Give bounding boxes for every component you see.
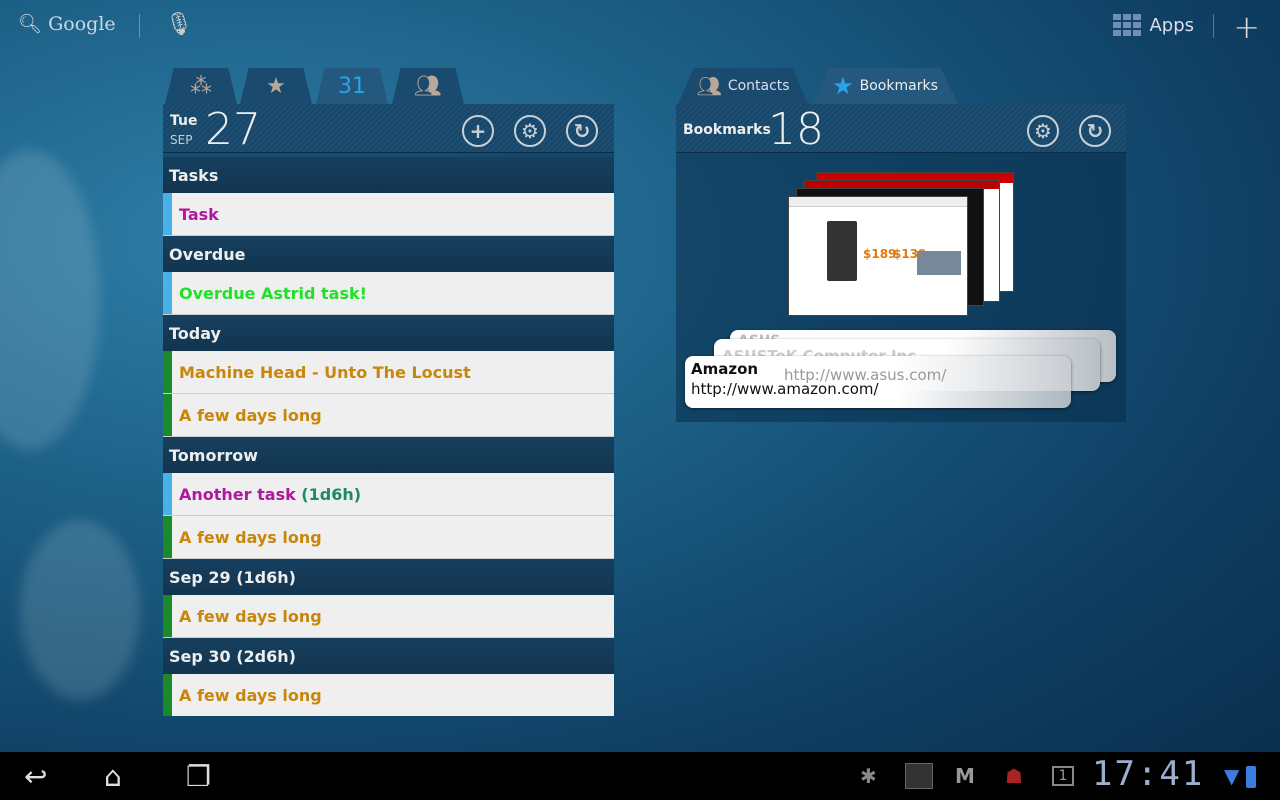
wifi-icon: ▼	[1224, 764, 1240, 788]
task-title: Task	[179, 204, 219, 224]
star-icon: ★	[832, 72, 854, 100]
refresh-icon: ↻	[1086, 119, 1104, 143]
tab-contacts[interactable]: 👥︎ Contacts	[678, 68, 808, 104]
task-color-bar	[163, 595, 172, 637]
system-bar: ↩ ⌂ ❐ ✱ M ☗ 1 17:41 ▼	[0, 752, 1280, 800]
task-duration: (1d6h)	[295, 484, 362, 504]
task-color-bar	[163, 674, 172, 716]
battery-icon	[1246, 766, 1256, 788]
task-color-bar	[163, 473, 172, 515]
task-title: A few days long	[179, 527, 322, 547]
recent-apps-button[interactable]: ❐	[186, 760, 211, 793]
date-number: 27	[205, 104, 261, 155]
back-button[interactable]: ↩	[24, 760, 47, 793]
bookmarks-widget: Bookmarks 18 ⚙ ↻ $189 $139 ASUS ASUSTeK …	[676, 104, 1126, 422]
refresh-button[interactable]: ↻	[1079, 115, 1111, 147]
widget-header: Tue SEP 27 + ⚙ ↻	[163, 104, 614, 155]
task-title: A few days long	[179, 405, 322, 425]
task-color-bar	[163, 272, 172, 314]
people-icon: 👥︎	[696, 74, 722, 98]
task-color-bar	[163, 394, 172, 436]
gear-icon: ⚙	[521, 119, 539, 143]
apps-grid-icon	[1113, 14, 1142, 36]
task-row[interactable]: A few days long	[163, 674, 614, 716]
divider	[139, 14, 140, 38]
screenshot-icon[interactable]	[905, 763, 933, 789]
task-row[interactable]: Overdue Astrid task!	[163, 272, 614, 315]
gear-icon: ⚙	[1034, 119, 1052, 143]
amazon-thumbnail: $189 $139	[788, 196, 968, 316]
back-icon: ↩	[24, 760, 48, 793]
divider	[1213, 14, 1214, 38]
bookmark-url: http://www.asus.com/	[784, 366, 947, 384]
calendar-icon[interactable]: 1	[1052, 766, 1074, 786]
calendar-tasks-widget: Tue SEP 27 + ⚙ ↻ Tasks Task Overdue Overdue…	[163, 104, 614, 716]
task-title: A few days long	[179, 685, 322, 705]
home-button[interactable]: ⌂	[104, 760, 122, 793]
task-color-bar	[163, 516, 172, 558]
task-color-bar	[163, 351, 172, 393]
task-row[interactable]: Machine Head - Unto The Locust	[163, 351, 614, 394]
task-row[interactable]: A few days long	[163, 516, 614, 559]
task-row[interactable]: Task	[163, 193, 614, 236]
task-row[interactable]: A few days long	[163, 394, 614, 437]
tab-people[interactable]: 👥︎	[392, 68, 464, 104]
people-icon: 👥︎	[414, 73, 442, 99]
section-header: Overdue	[163, 236, 614, 272]
background-land	[20, 520, 140, 700]
task-color-bar	[163, 193, 172, 235]
tab-bookmarks[interactable]: ★ Bookmarks	[812, 68, 958, 104]
debug-icon[interactable]: ✱	[860, 764, 877, 788]
home-icon: ⌂	[104, 760, 122, 793]
top-bar: 🔍︎ Google 🎙︎ Apps +	[0, 0, 1280, 52]
section-header: Tomorrow	[163, 437, 614, 473]
refresh-button[interactable]: ↻	[566, 115, 598, 147]
day-label: Tue	[170, 113, 198, 129]
recent-apps-icon: ❐	[186, 760, 212, 793]
widget-header: Bookmarks 18 ⚙ ↻	[676, 104, 1126, 155]
search-icon: 🔍︎	[18, 13, 43, 35]
task-title: A few days long	[179, 606, 322, 626]
section-header: Tasks	[163, 157, 614, 193]
clock[interactable]: 17:41	[1092, 754, 1204, 794]
settings-button[interactable]: ⚙	[514, 115, 546, 147]
circles-icon: ⁂	[190, 73, 212, 99]
task-title: Overdue Astrid task!	[179, 283, 367, 303]
add-task-button[interactable]: +	[462, 115, 494, 147]
star-icon: ★	[266, 73, 286, 99]
tab-favorites[interactable]: ★	[240, 68, 312, 104]
microphone-icon[interactable]: 🎙︎	[165, 12, 193, 37]
tab-circles[interactable]: ⁂	[165, 68, 237, 104]
refresh-icon: ↻	[573, 119, 591, 143]
google-search-button[interactable]: 🔍︎ Google	[18, 12, 116, 36]
task-title: Another task	[179, 484, 296, 504]
background-land	[0, 150, 100, 450]
section-header: Today	[163, 315, 614, 351]
task-row[interactable]: Another task (1d6h)	[163, 473, 614, 516]
section-header: Sep 29 (1d6h)	[163, 559, 614, 595]
task-row[interactable]: A few days long	[163, 595, 614, 638]
section-header: Sep 30 (2d6h)	[163, 638, 614, 674]
plus-icon: +	[469, 119, 487, 143]
tab-calendar[interactable]: 31	[316, 68, 388, 104]
bookmarks-count: 18	[768, 104, 824, 155]
settings-button[interactable]: ⚙	[1027, 115, 1059, 147]
month-label: SEP	[170, 133, 193, 147]
task-list[interactable]: Tasks Task Overdue Overdue Astrid task! Toda…	[163, 157, 614, 716]
apps-button[interactable]: Apps	[1113, 14, 1194, 36]
add-widget-button[interactable]: +	[1233, 8, 1260, 46]
notification-app-icon[interactable]: ☗	[1005, 764, 1023, 788]
gmail-icon[interactable]: M	[955, 764, 975, 788]
kindle-image	[827, 221, 857, 281]
bookmarks-title: Bookmarks	[683, 122, 771, 138]
task-title: Machine Head - Unto The Locust	[179, 362, 471, 382]
